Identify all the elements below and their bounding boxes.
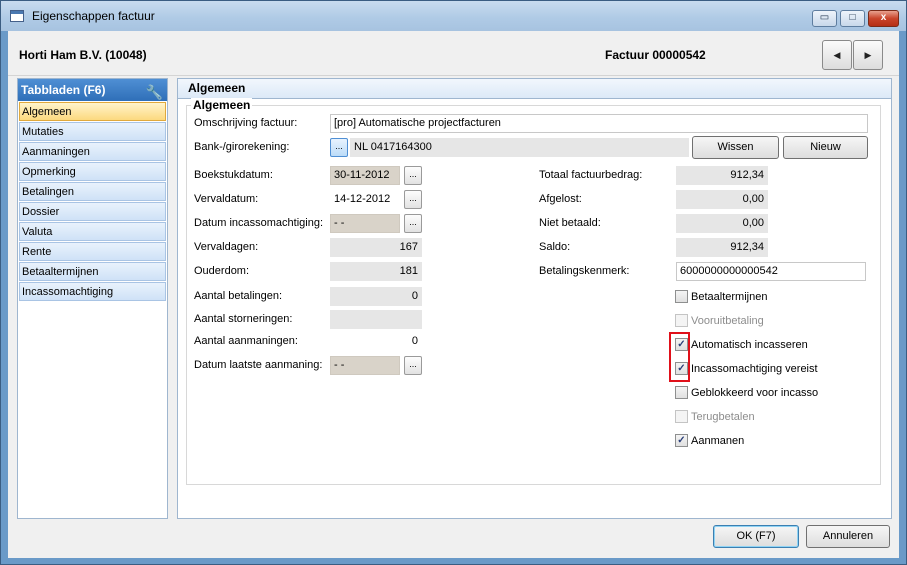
window-title: Eigenschappen factuur bbox=[32, 9, 155, 23]
tabs-sidebar: Tabbladen (F6) 🔧 Algemeen Mutaties Aanma… bbox=[17, 78, 168, 519]
age-label: Ouderdom: bbox=[194, 265, 250, 277]
unpaid-label: Niet betaald: bbox=[539, 217, 601, 229]
checkbox-geblokkeerd-voor-incasso[interactable] bbox=[675, 386, 688, 399]
checkbox-terugbetalen bbox=[675, 410, 688, 423]
clear-button[interactable]: Wissen bbox=[692, 136, 779, 159]
sidebar-item-valuta[interactable]: Valuta bbox=[19, 222, 166, 241]
booking-date-field: 30-11-2012 bbox=[330, 166, 400, 185]
mandate-date-picker-button[interactable]: ... bbox=[404, 214, 422, 233]
booking-date-picker-button[interactable]: ... bbox=[404, 166, 422, 185]
bank-account-label: Bank-/girorekening: bbox=[194, 141, 290, 153]
due-date-label: Vervaldatum: bbox=[194, 193, 259, 205]
sidebar-header: Tabbladen (F6) 🔧 bbox=[18, 79, 167, 101]
reminders-count-label: Aantal aanmaningen: bbox=[194, 335, 298, 347]
red-highlight-box bbox=[669, 332, 690, 382]
due-days-field: 167 bbox=[330, 238, 422, 257]
due-date-picker-button[interactable]: ... bbox=[404, 190, 422, 209]
checkbox-label-terugbetalen: Terugbetalen bbox=[691, 411, 755, 423]
sidebar-item-rente[interactable]: Rente bbox=[19, 242, 166, 261]
payments-count-label: Aantal betalingen: bbox=[194, 290, 283, 302]
total-amount-label: Totaal factuurbedrag: bbox=[539, 169, 643, 181]
last-reminder-date-picker-button[interactable]: ... bbox=[404, 356, 422, 375]
minimize-button[interactable]: ▭ bbox=[812, 10, 837, 27]
total-amount-field: 912,34 bbox=[676, 166, 768, 185]
description-label: Omschrijving factuur: bbox=[194, 117, 298, 129]
company-name: Horti Ham B.V. (10048) bbox=[19, 48, 147, 62]
group-title: Algemeen bbox=[191, 98, 253, 112]
sidebar-item-betaaltermijnen[interactable]: Betaaltermijnen bbox=[19, 262, 166, 281]
unpaid-field: 0,00 bbox=[676, 214, 768, 233]
wrench-icon[interactable]: 🔧 bbox=[146, 81, 163, 103]
header-bar: Horti Ham B.V. (10048) Factuur 00000542 … bbox=[8, 31, 899, 76]
sidebar-title: Tabbladen (F6) bbox=[21, 83, 106, 97]
age-field: 181 bbox=[330, 262, 422, 281]
description-field[interactable]: [pro] Automatische projectfacturen bbox=[330, 114, 868, 133]
close-button[interactable]: x bbox=[868, 10, 899, 27]
mandate-date-field: - - bbox=[330, 214, 400, 233]
checkbox-label-incassomachtiging-vereist: Incassomachtiging vereist bbox=[691, 363, 818, 375]
maximize-button[interactable]: □ bbox=[840, 10, 865, 27]
checkbox-vooruitbetaling bbox=[675, 314, 688, 327]
last-reminder-date-label: Datum laatste aanmaning: bbox=[194, 359, 323, 371]
checkbox-label-aanmanen: Aanmanen bbox=[691, 435, 745, 447]
sidebar-item-betalingen[interactable]: Betalingen bbox=[19, 182, 166, 201]
sidebar-item-dossier[interactable]: Dossier bbox=[19, 202, 166, 221]
previous-button[interactable]: ◀ bbox=[822, 40, 852, 70]
dialog-window: Eigenschappen factuur ▭ □ x Horti Ham B.… bbox=[0, 0, 907, 565]
reminders-count-field[interactable]: 0 bbox=[330, 332, 422, 351]
reversals-count-label: Aantal storneringen: bbox=[194, 313, 293, 325]
payment-reference-label: Betalingskenmerk: bbox=[539, 265, 630, 277]
sidebar-item-algemeen[interactable]: Algemeen bbox=[19, 102, 166, 121]
dialog-client: Horti Ham B.V. (10048) Factuur 00000542 … bbox=[8, 31, 899, 558]
last-reminder-date-field: - - bbox=[330, 356, 400, 375]
mandate-date-label: Datum incassomachtiging: bbox=[194, 217, 324, 229]
repaid-label: Afgelost: bbox=[539, 193, 582, 205]
title-bar[interactable]: Eigenschappen factuur ▭ □ x bbox=[1, 1, 906, 31]
checkbox-aanmanen[interactable]: ✓ bbox=[675, 434, 688, 447]
sidebar-item-aanmaningen[interactable]: Aanmaningen bbox=[19, 142, 166, 161]
ok-button[interactable]: OK (F7) bbox=[713, 525, 799, 548]
payments-count-field: 0 bbox=[330, 287, 422, 306]
checkbox-label-geblokkeerd-voor-incasso: Geblokkeerd voor incasso bbox=[691, 387, 819, 399]
reversals-count-field bbox=[330, 310, 422, 329]
due-date-field[interactable]: 14-12-2012 bbox=[330, 190, 400, 209]
payment-reference-field[interactable]: 6000000000000542 bbox=[676, 262, 866, 281]
bank-account-field: NL 0417164300 bbox=[350, 138, 689, 157]
invoice-number: Factuur 00000542 bbox=[605, 48, 706, 62]
sidebar-item-incassomachtiging[interactable]: Incassomachtiging bbox=[19, 282, 166, 301]
new-button[interactable]: Nieuw bbox=[783, 136, 868, 159]
sidebar-item-opmerking[interactable]: Opmerking bbox=[19, 162, 166, 181]
cancel-button[interactable]: Annuleren bbox=[806, 525, 890, 548]
checkbox-label-automatisch-incasseren: Automatisch incasseren bbox=[691, 339, 808, 351]
next-button[interactable]: ▶ bbox=[853, 40, 883, 70]
repaid-field: 0,00 bbox=[676, 190, 768, 209]
due-days-label: Vervaldagen: bbox=[194, 241, 259, 253]
checkbox-label-vooruitbetaling: Vooruitbetaling bbox=[691, 315, 764, 327]
checkbox-betaaltermijnen[interactable] bbox=[675, 290, 688, 303]
checkbox-label-betaaltermijnen: Betaaltermijnen bbox=[691, 291, 768, 303]
main-panel: Algemeen Algemeen Omschrijving factuur: … bbox=[177, 78, 892, 519]
bank-account-lookup-button[interactable]: ... bbox=[330, 138, 348, 157]
booking-date-label: Boekstukdatum: bbox=[194, 169, 273, 181]
window-icon bbox=[10, 10, 24, 22]
general-groupbox: Algemeen Omschrijving factuur: [pro] Aut… bbox=[186, 98, 881, 485]
panel-title: Algemeen bbox=[178, 79, 891, 99]
sidebar-item-mutaties[interactable]: Mutaties bbox=[19, 122, 166, 141]
balance-label: Saldo: bbox=[539, 241, 571, 253]
balance-field: 912,34 bbox=[676, 238, 768, 257]
